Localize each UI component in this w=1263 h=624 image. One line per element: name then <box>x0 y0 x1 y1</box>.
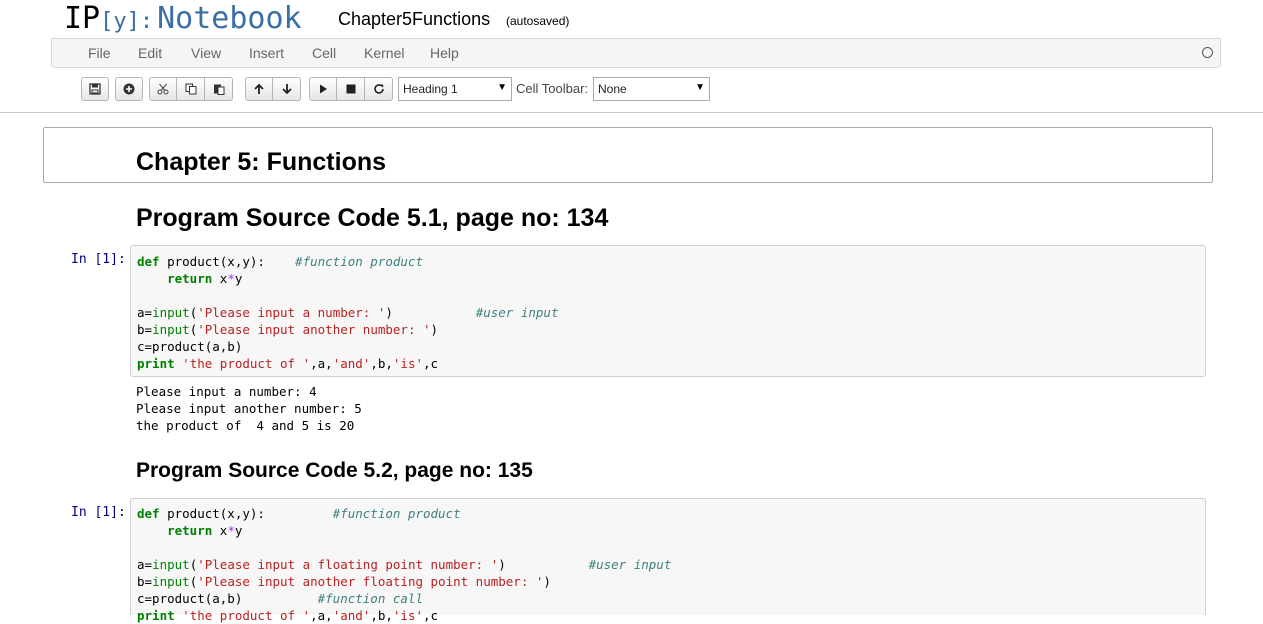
code-cell-input[interactable]: def product(x,y): #function product retu… <box>130 245 1206 377</box>
input-prompt: In [1]: <box>71 252 126 267</box>
cell-type-value: Heading 1 <box>403 82 458 96</box>
add-cell-icon <box>123 83 135 95</box>
logo-y: [y]: <box>100 9 154 34</box>
move-down-button[interactable] <box>273 77 301 101</box>
logo-ip: IP <box>64 1 101 36</box>
toolbar-group-edit <box>149 77 233 101</box>
copy-button[interactable] <box>177 77 205 101</box>
menubar: File Edit View Insert Cell Kernel Help <box>51 38 1221 68</box>
ipython-logo[interactable]: IP[y]: Notebook <box>64 1 302 37</box>
toolbar-group-insert <box>115 77 143 101</box>
toolbar-group-run <box>309 77 393 101</box>
copy-icon <box>185 83 196 95</box>
heading-program-5-1: Program Source Code 5.1, page no: 134 <box>136 204 609 232</box>
move-up-icon <box>254 83 264 94</box>
menu-edit[interactable]: Edit <box>138 45 162 61</box>
move-up-button[interactable] <box>245 77 273 101</box>
run-button[interactable] <box>309 77 337 101</box>
save-button[interactable] <box>81 77 109 101</box>
cell-type-dropdown-arrow-icon: ▼ <box>497 82 507 93</box>
menu-kernel[interactable]: Kernel <box>364 45 404 61</box>
cell-toolbar-select[interactable]: None ▼ <box>593 77 710 101</box>
output-line: Please input another number: 5 <box>136 401 362 416</box>
header: IP[y]: Notebook Chapter5Functions (autosa… <box>0 0 1263 38</box>
run-icon <box>320 84 327 94</box>
save-icon <box>89 83 101 95</box>
cell-toolbar-value: None <box>598 82 627 96</box>
menu-insert[interactable]: Insert <box>249 45 284 61</box>
heading-program-5-2: Program Source Code 5.2, page no: 135 <box>136 459 533 482</box>
restart-button[interactable] <box>365 77 393 101</box>
heading-chapter: Chapter 5: Functions <box>136 148 387 176</box>
logo-notebook: Notebook <box>157 1 302 36</box>
menu-help[interactable]: Help <box>430 45 459 61</box>
cut-button[interactable] <box>149 77 177 101</box>
stop-button[interactable] <box>337 77 365 101</box>
code-cell-input[interactable]: def product(x,y): #function product retu… <box>130 498 1206 623</box>
autosave-status: (autosaved) <box>506 14 570 28</box>
cell-output: Please input a number: 4 Please input an… <box>136 383 362 434</box>
cell-toolbar-dropdown-arrow-icon: ▼ <box>695 82 705 93</box>
menu-view[interactable]: View <box>191 45 221 61</box>
cut-icon <box>157 83 169 95</box>
toolbar-group-move <box>245 77 301 101</box>
cell-type-select[interactable]: Heading 1 ▼ <box>398 77 512 101</box>
kernel-status-icon <box>1202 47 1213 58</box>
move-down-icon <box>281 84 292 95</box>
code-text[interactable]: def product(x,y): #function product retu… <box>137 253 559 372</box>
output-line: Please input a number: 4 <box>136 384 317 399</box>
menu-file[interactable]: File <box>88 45 111 61</box>
cell-toolbar-label: Cell Toolbar: <box>516 81 589 96</box>
paste-icon <box>213 84 224 95</box>
output-line: the product of 4 and 5 is 20 <box>136 418 355 433</box>
menu-cell[interactable]: Cell <box>312 45 336 61</box>
paste-button[interactable] <box>205 77 233 101</box>
input-prompt: In [1]: <box>71 505 126 520</box>
restart-icon <box>373 84 384 94</box>
toolbar: Heading 1 ▼ Cell Toolbar: None ▼ <box>0 66 1263 113</box>
stop-icon <box>346 84 355 94</box>
notebook-name[interactable]: Chapter5Functions <box>338 9 490 30</box>
insert-cell-button[interactable] <box>115 77 143 101</box>
toolbar-group-save <box>81 77 109 101</box>
code-text[interactable]: def product(x,y): #function product retu… <box>137 505 671 624</box>
